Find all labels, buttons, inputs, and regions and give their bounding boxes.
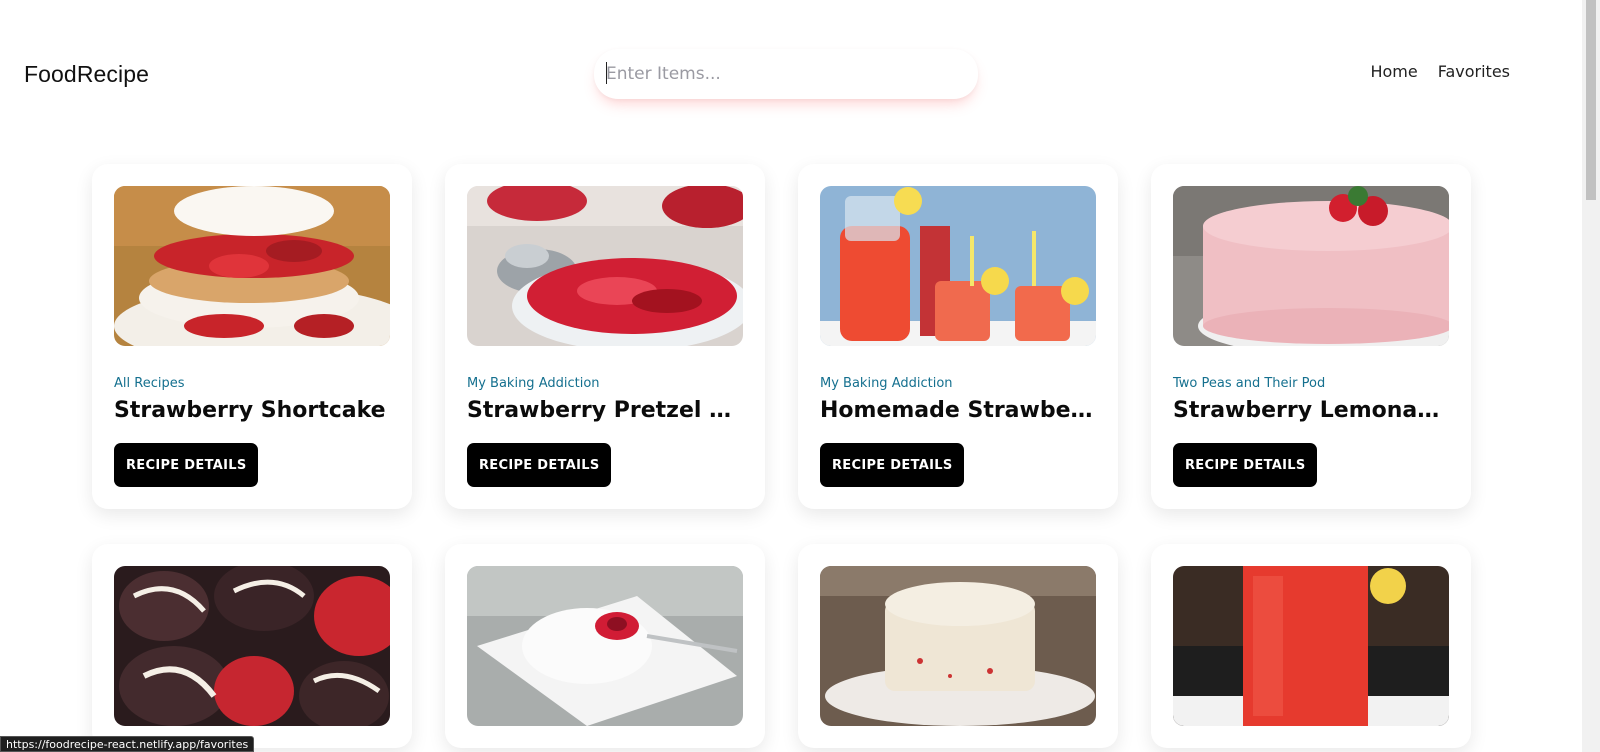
recipe-title: Homemade Strawberry Lemonade xyxy=(820,398,1096,423)
nav-favorites-link[interactable]: Favorites xyxy=(1438,62,1510,81)
recipe-title: Strawberry Lemonade Cake xyxy=(1173,398,1449,423)
recipe-image[interactable] xyxy=(820,186,1096,346)
shortcake-photo xyxy=(114,186,390,346)
recipe-image[interactable] xyxy=(1173,566,1449,726)
pink-cake-photo xyxy=(1173,186,1449,346)
recipe-image[interactable] xyxy=(114,566,390,726)
logo[interactable]: FoodRecipe xyxy=(24,61,149,88)
nav-home-link[interactable]: Home xyxy=(1370,62,1417,81)
recipe-image[interactable] xyxy=(467,566,743,726)
recipe-title: Strawberry Shortcake xyxy=(114,398,386,423)
recipe-title: Strawberry Pretzel Salad xyxy=(467,398,743,423)
recipe-image[interactable] xyxy=(1173,186,1449,346)
recipe-card xyxy=(1151,544,1471,748)
link-status-bar: https://foodrecipe-react.netlify.app/fav… xyxy=(0,736,255,752)
recipe-source: My Baking Addiction xyxy=(467,376,600,391)
recipe-details-button[interactable]: RECIPE DETAILS xyxy=(114,443,259,487)
recipe-card: All Recipes Strawberry Shortcake RECIPE … xyxy=(92,164,412,509)
lemonade-pitcher-photo xyxy=(820,186,1096,346)
recipe-card xyxy=(445,544,765,748)
recipe-image[interactable] xyxy=(820,566,1096,726)
chocolate-strawberries-photo xyxy=(114,566,390,726)
recipe-image[interactable] xyxy=(114,186,390,346)
text-caret xyxy=(606,62,607,84)
page: FoodRecipe Home Favorites xyxy=(0,0,1600,752)
pretzel-salad-photo xyxy=(467,186,743,346)
search-box[interactable] xyxy=(594,49,978,99)
recipe-details-button[interactable]: RECIPE DETAILS xyxy=(467,443,612,487)
scrollbar-thumb[interactable] xyxy=(1586,0,1596,200)
recipe-source: Two Peas and Their Pod xyxy=(1173,376,1326,391)
header: FoodRecipe Home Favorites xyxy=(0,0,1582,150)
frosted-cake-photo xyxy=(820,566,1096,726)
recipe-details-button[interactable]: RECIPE DETAILS xyxy=(1173,443,1318,487)
angel-cake-photo xyxy=(467,566,743,726)
strawberry-drink-photo xyxy=(1173,566,1449,726)
recipe-source: My Baking Addiction xyxy=(820,376,953,391)
recipe-source: All Recipes xyxy=(114,376,185,391)
recipe-card xyxy=(92,544,412,748)
recipe-card: My Baking Addiction Homemade Strawberry … xyxy=(798,164,1118,509)
search-input[interactable] xyxy=(594,49,978,99)
nav-menu: Home Favorites xyxy=(1370,62,1510,81)
recipe-image[interactable] xyxy=(467,186,743,346)
recipe-card: My Baking Addiction Strawberry Pretzel S… xyxy=(445,164,765,509)
recipe-details-button[interactable]: RECIPE DETAILS xyxy=(820,443,965,487)
vertical-scrollbar[interactable] xyxy=(1582,0,1600,752)
recipe-card xyxy=(798,544,1118,748)
recipe-card: Two Peas and Their Pod Strawberry Lemona… xyxy=(1151,164,1471,509)
